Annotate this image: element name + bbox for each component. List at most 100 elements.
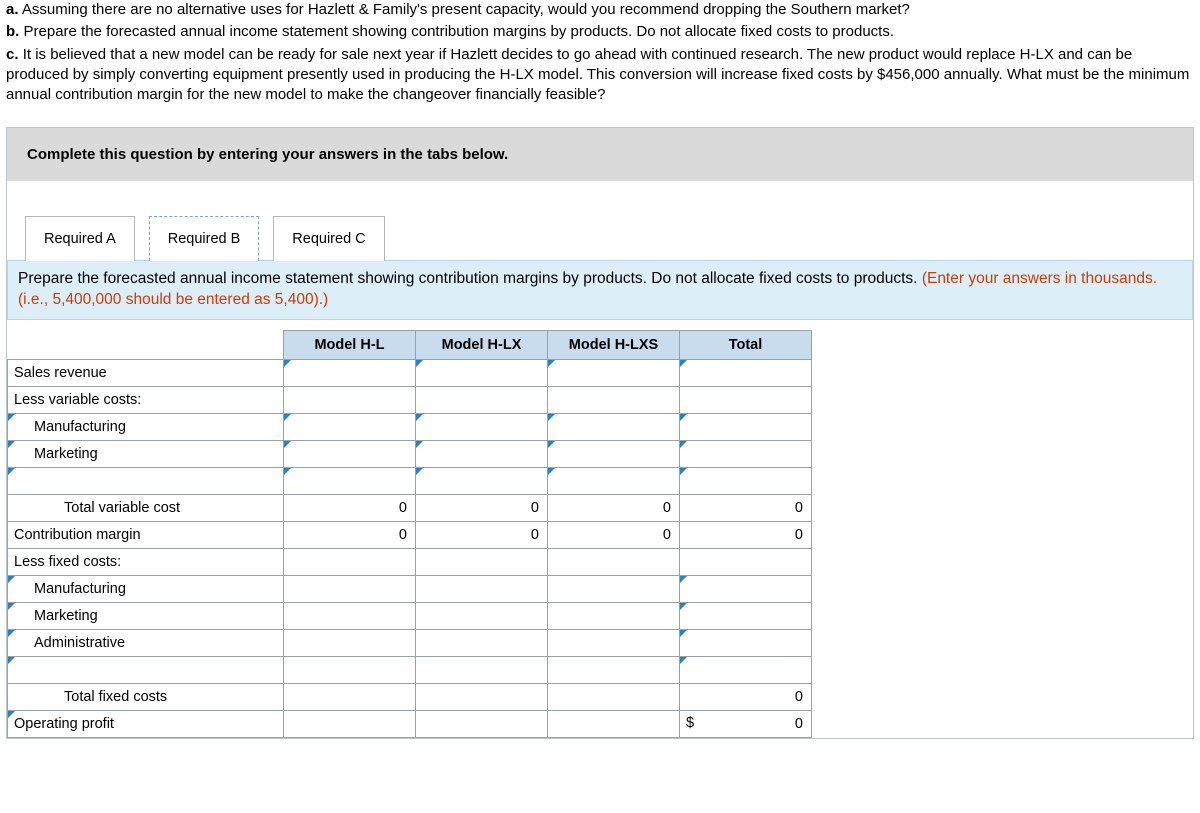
row-sales: Sales revenue [8, 360, 812, 387]
cell-cm-hlx: 0 [416, 522, 548, 549]
label-cm: Contribution margin [8, 522, 284, 549]
row-less-variable: Less variable costs: [8, 387, 812, 414]
cell-sales-total[interactable] [680, 360, 812, 387]
tab-required-a[interactable]: Required A [25, 216, 135, 261]
cell-cm-hl: 0 [284, 522, 416, 549]
header-row: Model H-L Model H-LX Model H-LXS Total [8, 331, 812, 360]
text-var-mfg: Manufacturing [34, 419, 126, 435]
answer-panel: Complete this question by entering your … [6, 127, 1194, 739]
edit-indicator-icon [8, 711, 15, 718]
cell-totfix-hl [284, 684, 416, 711]
cell-varmkt-hlx[interactable] [416, 441, 548, 468]
edit-indicator-icon [416, 468, 423, 475]
val-opprofit-total: 0 [686, 716, 805, 732]
label-var-mkt[interactable]: Marketing [8, 441, 284, 468]
income-table-wrap: Model H-L Model H-LX Model H-LXS Total S… [7, 320, 1193, 738]
label-fix-mfg[interactable]: Manufacturing [8, 576, 284, 603]
cell-fixadmin-hlxs [548, 630, 680, 657]
cell-fixmfg-total[interactable] [680, 576, 812, 603]
label-fix-mkt[interactable]: Marketing [8, 603, 284, 630]
cell-varmfg-hlxs[interactable] [548, 414, 680, 441]
edit-indicator-icon [680, 414, 687, 421]
edit-indicator-icon [680, 576, 687, 583]
tab-required-c[interactable]: Required C [273, 216, 384, 261]
cell-fixmfg-hl [284, 576, 416, 603]
tab-required-b[interactable]: Required B [149, 216, 260, 261]
label-blank1[interactable] [8, 468, 284, 495]
header-model-hl: Model H-L [284, 331, 416, 360]
text-fix-admin: Administrative [34, 635, 125, 651]
cell-cm-hlxs: 0 [548, 522, 680, 549]
edit-indicator-icon [8, 441, 15, 448]
label-fix-admin[interactable]: Administrative [8, 630, 284, 657]
cell-varmkt-hlxs[interactable] [548, 441, 680, 468]
cell-cm-total: 0 [680, 522, 812, 549]
cell-totvar-hlx: 0 [416, 495, 548, 522]
text-fix-mfg: Manufacturing [34, 581, 126, 597]
cell-blank1-hlx[interactable] [416, 468, 548, 495]
text-fix-mkt: Marketing [34, 608, 98, 624]
row-var-marketing: Marketing [8, 441, 812, 468]
label-blank2[interactable] [8, 657, 284, 684]
edit-indicator-icon [284, 360, 291, 367]
cell-lessfix-hlxs [548, 549, 680, 576]
val-cm-hlx: 0 [422, 527, 541, 543]
cell-fixmkt-total[interactable] [680, 603, 812, 630]
question-c-text: It is believed that a new model can be r… [6, 46, 1189, 104]
edit-indicator-icon [548, 414, 555, 421]
edit-indicator-icon [416, 441, 423, 448]
edit-indicator-icon [680, 468, 687, 475]
row-contribution-margin: Contribution margin 0 0 0 0 [8, 522, 812, 549]
label-tot-fixed: Total fixed costs [8, 684, 284, 711]
edit-indicator-icon [416, 414, 423, 421]
label-sales: Sales revenue [8, 360, 284, 387]
cell-totfix-total: 0 [680, 684, 812, 711]
cell-varmkt-hl[interactable] [284, 441, 416, 468]
cell-totvar-total: 0 [680, 495, 812, 522]
edit-indicator-icon [680, 441, 687, 448]
cell-fixadmin-hl [284, 630, 416, 657]
cell-blank1-hl[interactable] [284, 468, 416, 495]
edit-indicator-icon [680, 630, 687, 637]
cell-totvar-hlxs: 0 [548, 495, 680, 522]
edit-indicator-icon [8, 468, 15, 475]
cell-sales-hlxs[interactable] [548, 360, 680, 387]
edit-indicator-icon [680, 360, 687, 367]
cell-fixadmin-total[interactable] [680, 630, 812, 657]
row-fix-admin: Administrative [8, 630, 812, 657]
header-model-hlxs: Model H-LXS [548, 331, 680, 360]
cell-sales-hl[interactable] [284, 360, 416, 387]
cell-blank1-hlxs[interactable] [548, 468, 680, 495]
row-total-variable: Total variable cost 0 0 0 0 [8, 495, 812, 522]
cell-varmfg-hlx[interactable] [416, 414, 548, 441]
question-a-label: a. [6, 1, 19, 18]
cell-fixmkt-hlx [416, 603, 548, 630]
cell-varmfg-hl[interactable] [284, 414, 416, 441]
label-op-profit[interactable]: Operating profit [8, 711, 284, 738]
cell-fixmkt-hlxs [548, 603, 680, 630]
val-cm-hl: 0 [290, 527, 409, 543]
cell-varmkt-total[interactable] [680, 441, 812, 468]
cell-varmfg-total[interactable] [680, 414, 812, 441]
val-totvar-hl: 0 [290, 500, 409, 516]
label-var-mfg[interactable]: Manufacturing [8, 414, 284, 441]
cell-fixmfg-hlx [416, 576, 548, 603]
cell-fixadmin-hlx [416, 630, 548, 657]
header-total: Total [680, 331, 812, 360]
val-cm-hlxs: 0 [554, 527, 673, 543]
question-a-text: Assuming there are no alternative uses f… [22, 1, 910, 18]
tab-instruction: Prepare the forecasted annual income sta… [7, 260, 1193, 320]
edit-indicator-icon [8, 630, 15, 637]
edit-indicator-icon [284, 468, 291, 475]
cell-lessfix-hl [284, 549, 416, 576]
val-totfix-total: 0 [686, 689, 805, 705]
val-cm-total: 0 [686, 527, 805, 543]
label-less-variable: Less variable costs: [8, 387, 284, 414]
cell-lessvar-hlx [416, 387, 548, 414]
cell-blank2-total[interactable] [680, 657, 812, 684]
cell-blank1-total[interactable] [680, 468, 812, 495]
header-empty [8, 331, 284, 360]
text-op-profit: Operating profit [14, 716, 114, 732]
cell-sales-hlx[interactable] [416, 360, 548, 387]
row-less-fixed: Less fixed costs: [8, 549, 812, 576]
